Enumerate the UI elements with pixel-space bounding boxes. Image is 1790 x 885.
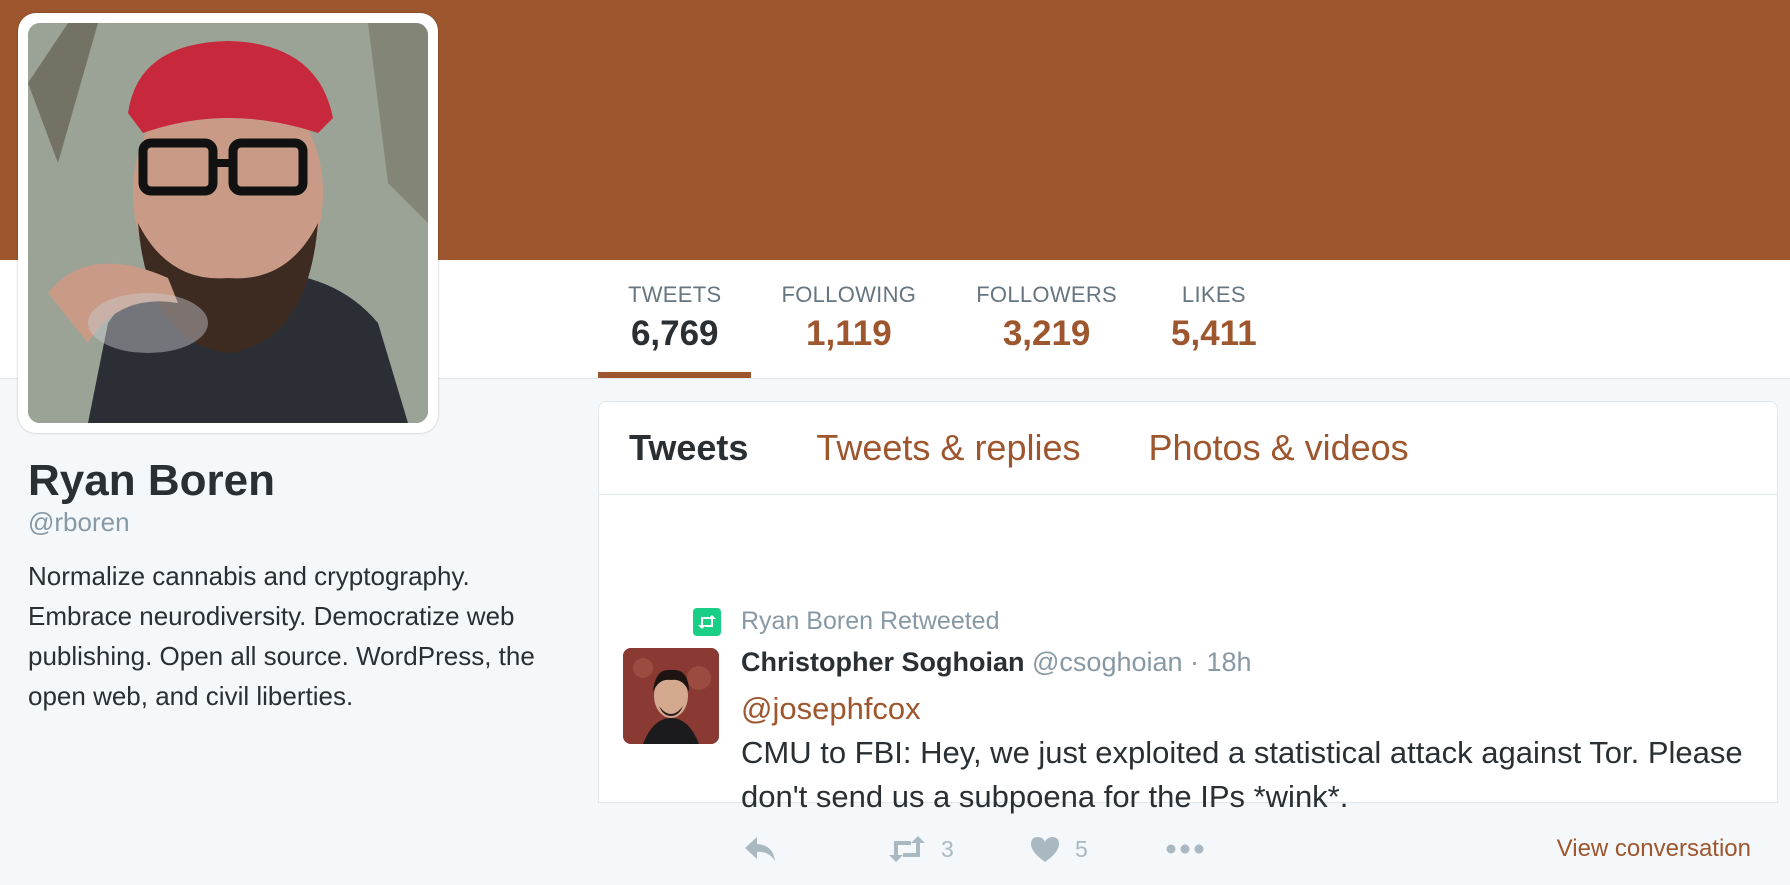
profile-card: Ryan Boren @rboren Normalize cannabis an…: [28, 455, 548, 716]
stat-following[interactable]: FOLLOWING 1,119: [751, 260, 916, 378]
profile-avatar[interactable]: [28, 23, 428, 423]
profile-avatar-frame: [18, 13, 438, 433]
retweet-icon: [889, 836, 925, 862]
more-icon: [1166, 844, 1204, 854]
profile-bio: Normalize cannabis and cryptography. Emb…: [28, 561, 535, 711]
profile-handle[interactable]: @rboren: [28, 507, 548, 538]
retweet-icon: [693, 607, 721, 636]
stat-value: 6,769: [630, 314, 719, 353]
timeline-tabs: Tweets Tweets & replies Photos & videos: [599, 402, 1777, 495]
tweet-text: @josephfcox CMU to FBI: Hey, we just exp…: [741, 687, 1751, 819]
tab-tweets[interactable]: Tweets: [629, 427, 748, 469]
tweet-actions: 3 5 View conversation: [741, 835, 1751, 885]
stat-label: FOLLOWING: [781, 282, 917, 307]
more-button[interactable]: [1165, 843, 1205, 855]
profile-stats: TWEETS 6,769 FOLLOWING 1,119 FOLLOWERS 3…: [598, 260, 1311, 378]
stat-value: 3,219: [1002, 314, 1091, 353]
tweet-author-avatar[interactable]: [623, 648, 719, 744]
stat-label: LIKES: [1181, 282, 1246, 307]
stat-label: TWEETS: [628, 282, 722, 307]
timeline: Tweets Tweets & replies Photos & videos …: [598, 401, 1778, 862]
stat-followers[interactable]: FOLLOWERS 3,219: [976, 260, 1117, 378]
tweet-author-handle[interactable]: @csoghoian: [1032, 647, 1183, 677]
tweet-content: CMU to FBI: Hey, we just exploited a sta…: [741, 735, 1743, 814]
tweet-author-name[interactable]: Christopher Soghoian: [741, 647, 1025, 677]
stat-value: 5,411: [1171, 314, 1257, 353]
heart-icon: [1031, 837, 1059, 862]
like-button[interactable]: 5: [1029, 835, 1088, 863]
tab-tweets-and-replies[interactable]: Tweets & replies: [816, 427, 1080, 469]
retweet-button[interactable]: 3: [887, 835, 954, 863]
active-stat-underline: [598, 372, 752, 378]
retweet-context: Ryan Boren Retweeted: [693, 607, 999, 636]
like-count: 5: [1075, 835, 1088, 862]
reply-icon: [745, 837, 775, 861]
tab-photos-and-videos[interactable]: Photos & videos: [1149, 427, 1409, 469]
tweet-mention-link[interactable]: @josephfcox: [741, 687, 1751, 731]
tweet-header: Christopher Soghoian @csoghoian · 18h: [741, 647, 1252, 678]
stat-tweets[interactable]: TWEETS 6,769: [598, 260, 752, 378]
stat-value: 1,119: [806, 314, 892, 353]
retweet-count: 3: [941, 835, 954, 862]
stat-label: FOLLOWERS: [976, 282, 1118, 307]
stat-likes[interactable]: LIKES 5,411: [1171, 260, 1257, 378]
retweeted-by-label[interactable]: Ryan Boren Retweeted: [741, 607, 999, 636]
tweet-timestamp[interactable]: · 18h: [1183, 647, 1252, 677]
profile-name[interactable]: Ryan Boren: [28, 455, 548, 507]
reply-button[interactable]: [743, 835, 777, 863]
view-conversation-link[interactable]: View conversation: [1557, 835, 1751, 863]
